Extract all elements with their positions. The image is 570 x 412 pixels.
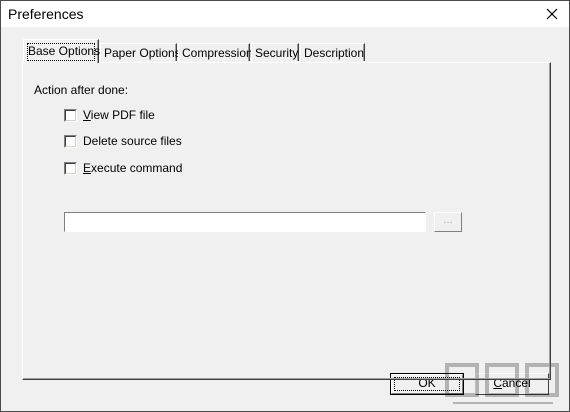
command-input[interactable] — [64, 212, 426, 232]
preferences-dialog: Preferences Base Options Paper Options C… — [0, 0, 570, 412]
tab-label: Paper Options — [104, 46, 181, 60]
view-pdf-option[interactable]: View PDF file — [64, 108, 155, 122]
tab-label: Compression — [182, 46, 253, 60]
close-button[interactable] — [535, 1, 569, 27]
delete-source-option[interactable]: Delete source files — [64, 134, 182, 148]
title-bar: Preferences — [1, 1, 569, 27]
close-icon — [546, 8, 558, 20]
window-title: Preferences — [8, 6, 84, 22]
tab-security[interactable]: Security — [251, 43, 299, 61]
tab-panel-base-options: Action after done: View PDF file Delete … — [22, 62, 551, 380]
view-pdf-checkbox[interactable] — [64, 108, 77, 122]
tab-label: Base Options — [28, 44, 101, 58]
tab-compression[interactable]: Compression — [178, 43, 253, 61]
delete-source-checkbox[interactable] — [64, 134, 77, 148]
execute-command-option[interactable]: Execute command — [64, 161, 182, 175]
tab-paper-options[interactable]: Paper Options — [100, 43, 181, 61]
execute-command-checkbox[interactable] — [64, 161, 77, 175]
tab-label: Description — [304, 46, 365, 60]
dialog-client-area: Base Options Paper Options Compression S… — [1, 27, 569, 411]
tab-label: Security — [255, 46, 299, 60]
view-pdf-label: View PDF file — [83, 108, 155, 122]
action-after-done-label: Action after done: — [34, 83, 129, 97]
browse-command-button[interactable]: ... — [434, 212, 462, 232]
tab-base-options[interactable]: Base Options — [23, 39, 101, 63]
execute-command-label: Execute command — [83, 161, 183, 175]
tab-description[interactable]: Description — [300, 43, 365, 61]
delete-source-label: Delete source files — [83, 134, 182, 148]
